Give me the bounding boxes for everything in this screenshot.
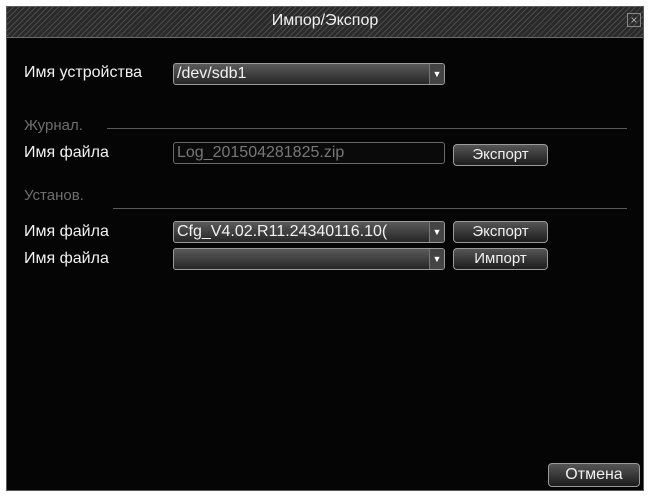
settings-import-file-select[interactable]: ▼ [173,248,445,270]
journal-section-label: Журнал. [24,117,83,134]
settings-export-button[interactable]: Экспорт [453,221,548,243]
device-select-value: /dev/sdb1 [177,65,247,82]
import-export-dialog: Импор/Экспор × Имя устройства /dev/sdb1 … [6,6,644,491]
settings-import-file-label: Имя файла [24,250,109,267]
chevron-down-icon[interactable]: ▼ [429,249,444,269]
cancel-button[interactable]: Отмена [548,463,640,487]
chevron-down-icon[interactable]: ▼ [429,64,444,84]
settings-export-file-select[interactable]: Cfg_V4.02.R11.24340116.10( ▼ [173,221,445,243]
dialog-title: Импор/Экспор [271,12,379,29]
settings-separator [113,208,627,209]
settings-import-button[interactable]: Импорт [453,248,548,270]
journal-separator [107,128,627,129]
journal-file-field: Log_201504281825.zip [173,142,445,164]
journal-export-button[interactable]: Экспорт [453,144,548,166]
settings-export-file-value: Cfg_V4.02.R11.24340116.10( [177,223,388,240]
close-icon[interactable]: × [627,13,641,27]
title-bar: Импор/Экспор × [7,7,643,38]
settings-section-label: Установ. [24,187,84,204]
journal-file-label: Имя файла [24,144,109,161]
device-select[interactable]: /dev/sdb1 ▼ [173,63,445,85]
device-name-label: Имя устройства [24,64,143,81]
chevron-down-icon[interactable]: ▼ [429,222,444,242]
settings-export-file-label: Имя файла [24,223,109,240]
